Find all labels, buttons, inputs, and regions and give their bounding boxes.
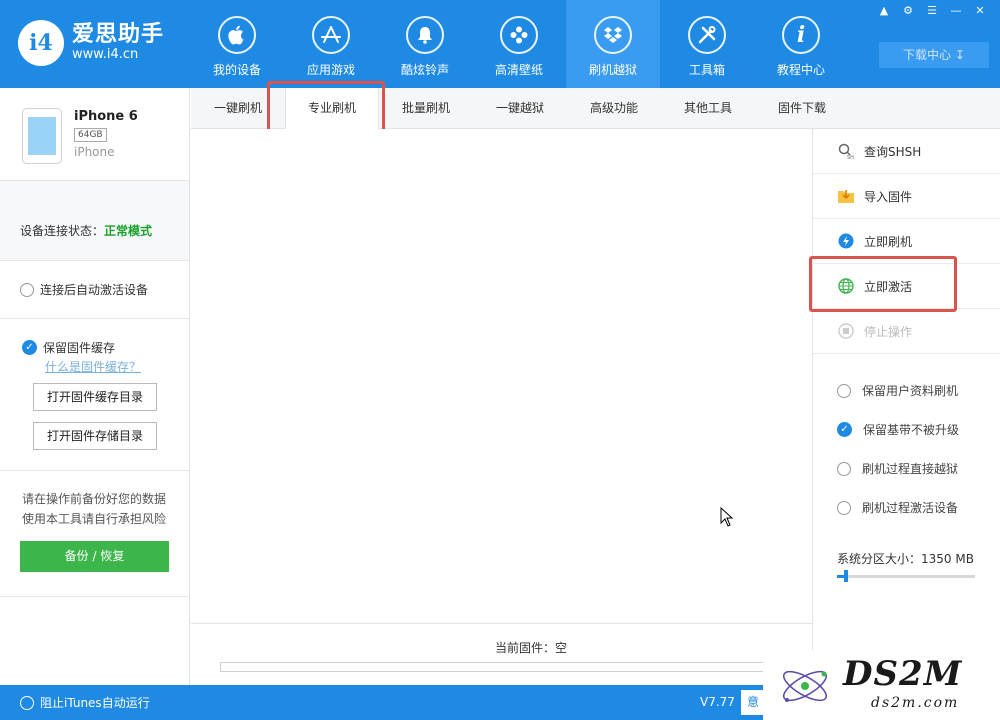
status-value: 正常模式 xyxy=(104,224,153,238)
activate-highlight-box xyxy=(809,256,957,312)
mouse-cursor-icon xyxy=(720,507,734,527)
nav-ringtones[interactable]: 酷炫铃声 xyxy=(378,0,472,88)
device-model: iPhone xyxy=(74,145,115,159)
auto-activate-option[interactable]: 连接后自动激活设备 xyxy=(0,261,189,319)
bell-icon xyxy=(406,16,444,54)
what-is-cache-link[interactable]: 什么是固件缓存？ xyxy=(45,358,189,375)
keep-baseband-check-icon[interactable]: ✓ xyxy=(837,422,852,437)
tab-advanced[interactable]: 高级功能 xyxy=(567,88,661,128)
open-storage-dir-button[interactable]: 打开固件存储目录 xyxy=(33,422,157,450)
backup-restore-button[interactable]: 备份 / 恢复 xyxy=(20,541,169,572)
stop-icon xyxy=(837,322,855,340)
device-capacity: 64GB xyxy=(74,128,107,142)
tab-other-tools[interactable]: 其他工具 xyxy=(661,88,755,128)
block-itunes-option[interactable]: 阻止iTunes自动运行 xyxy=(20,694,150,711)
watermark: DS2M ds2m.com xyxy=(763,650,1000,720)
nav-tutorials[interactable]: i 教程中心 xyxy=(754,0,848,88)
device-name: iPhone 6 xyxy=(74,109,138,124)
firmware-list-area xyxy=(191,129,812,623)
import-folder-icon xyxy=(837,187,855,205)
window-controls: ▲ ⚙ ☰ — ✕ xyxy=(874,3,990,19)
nav-apps-games[interactable]: 应用游戏 xyxy=(284,0,378,88)
tab-firmware-download[interactable]: 固件下载 xyxy=(755,88,849,128)
warning-text: 请在操作前备份好您的数据 使用本工具请自行承担风险 xyxy=(22,492,167,526)
app-store-icon xyxy=(312,16,350,54)
app-logo: i4 爱思助手 www.i4.cn xyxy=(18,20,164,66)
system-partition-size: 系统分区大小：1350 MB xyxy=(837,552,974,566)
search-shsh-icon: SH xyxy=(837,142,855,160)
tab-one-click-jailbreak[interactable]: 一键越狱 xyxy=(473,88,567,128)
firmware-status-area: 当前固件：空 xyxy=(191,623,812,685)
atom-logo-icon xyxy=(782,670,828,702)
download-arrow-icon: ↧ xyxy=(954,48,965,62)
watermark-url: ds2m.com xyxy=(871,695,960,711)
flower-icon xyxy=(500,16,538,54)
lightning-icon xyxy=(837,232,855,250)
connection-status: 设备连接状态：正常模式 xyxy=(0,181,189,261)
logo-title: 爱思助手 xyxy=(72,22,165,47)
download-center-button[interactable]: 下载中心 ↧ xyxy=(879,42,989,68)
menu-icon[interactable]: ☰ xyxy=(922,3,942,19)
nav-flash-jailbreak[interactable]: 刷机越狱 xyxy=(566,0,660,88)
keep-user-data-radio[interactable] xyxy=(837,383,851,398)
block-itunes-radio[interactable] xyxy=(20,695,34,710)
dropbox-icon xyxy=(594,16,632,54)
keep-cache-check-icon[interactable]: ✓ xyxy=(22,340,37,355)
partition-slider-handle[interactable] xyxy=(844,570,848,582)
right-action-panel: SH 查询SHSH 导入固件 立即刷机 立即激活 停止操作 保留用户资料刷机 ✓… xyxy=(812,129,1000,685)
phone-icon xyxy=(22,108,62,164)
option-jailbreak-during-flash[interactable]: 刷机过程直接越狱 xyxy=(813,449,1000,488)
import-firmware-button[interactable]: 导入固件 xyxy=(813,174,1000,219)
close-icon[interactable]: ✕ xyxy=(970,3,990,19)
device-info: iPhone 6 64GB iPhone xyxy=(0,88,189,181)
main-nav: 我的设备 应用游戏 酷炫铃声 高清壁纸 刷机越狱 工具箱 i 教程中心 xyxy=(190,0,848,88)
auto-activate-radio[interactable] xyxy=(20,282,34,297)
info-icon: i xyxy=(782,16,820,54)
stop-operation-button[interactable]: 停止操作 xyxy=(813,309,1000,354)
nav-toolbox[interactable]: 工具箱 xyxy=(660,0,754,88)
version-label: V7.77 xyxy=(700,695,735,709)
apple-icon xyxy=(218,16,256,54)
option-activate-during-flash[interactable]: 刷机过程激活设备 xyxy=(813,488,1000,527)
top-header: i4 爱思助手 www.i4.cn 我的设备 应用游戏 酷炫铃声 高清壁纸 刷机… xyxy=(0,0,1000,88)
open-cache-dir-button[interactable]: 打开固件缓存目录 xyxy=(33,383,157,411)
tab-highlight-box xyxy=(267,81,385,135)
svg-text:SH: SH xyxy=(847,155,854,160)
jailbreak-during-flash-radio[interactable] xyxy=(837,461,851,476)
option-keep-baseband[interactable]: ✓ 保留基带不被升级 xyxy=(813,410,1000,449)
logo-badge: i4 xyxy=(18,20,64,66)
watermark-text: DS2M xyxy=(843,654,963,694)
tab-batch-flash[interactable]: 批量刷机 xyxy=(379,88,473,128)
tools-icon xyxy=(688,16,726,54)
logo-url: www.i4.cn xyxy=(72,47,139,62)
activate-during-flash-radio[interactable] xyxy=(837,500,851,515)
minimize-icon[interactable]: — xyxy=(946,3,966,19)
query-shsh-button[interactable]: SH 查询SHSH xyxy=(813,129,1000,174)
progress-bar xyxy=(220,662,780,672)
left-sidebar: iPhone 6 64GB iPhone 设备连接状态：正常模式 连接后自动激活… xyxy=(0,88,190,685)
nav-wallpapers[interactable]: 高清壁纸 xyxy=(472,0,566,88)
firmware-cache-section: ✓ 保留固件缓存 什么是固件缓存？ 打开固件缓存目录 打开固件存储目录 xyxy=(0,319,189,471)
settings-gear-icon[interactable]: ⚙ xyxy=(898,3,918,19)
keep-cache-option[interactable]: ✓ 保留固件缓存 xyxy=(22,339,189,356)
skin-icon[interactable]: ▲ xyxy=(874,3,894,19)
partition-slider[interactable] xyxy=(837,570,975,582)
option-keep-user-data[interactable]: 保留用户资料刷机 xyxy=(813,371,1000,410)
nav-my-device[interactable]: 我的设备 xyxy=(190,0,284,88)
